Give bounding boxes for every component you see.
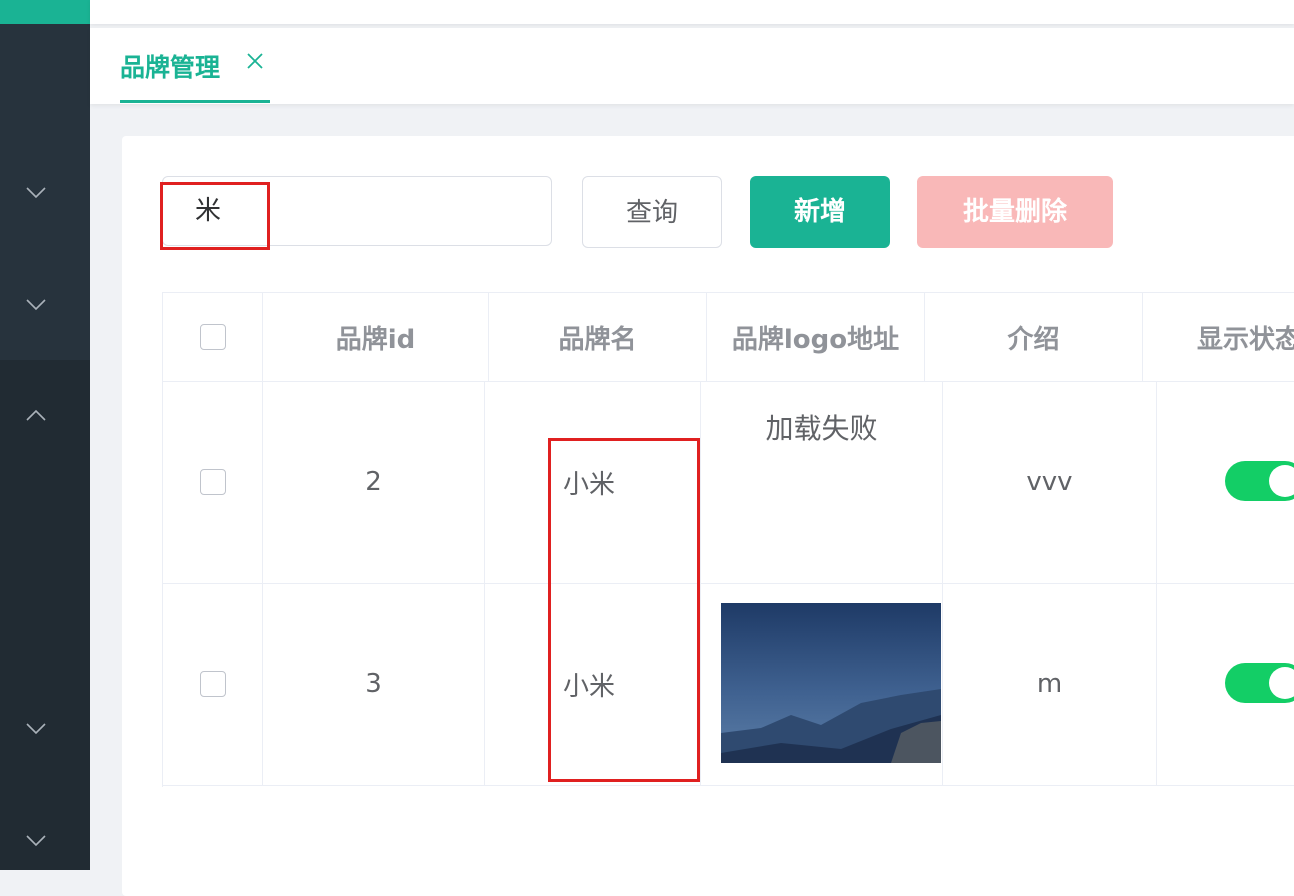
chevron-down-icon[interactable] xyxy=(24,180,48,204)
chevron-down-icon[interactable] xyxy=(24,828,48,852)
search-input[interactable]: 米 xyxy=(162,176,552,246)
row-checkbox[interactable] xyxy=(199,671,226,697)
brand-logo-cell: 加载失败 xyxy=(701,381,943,583)
intro-cell: m xyxy=(943,583,1157,785)
brand-id-cell: 2 xyxy=(263,381,485,583)
chevron-up-icon[interactable] xyxy=(24,404,48,428)
table-row: 3 小米 m xyxy=(163,583,1294,786)
switch-knob xyxy=(1269,667,1294,699)
table-row: 2 小米 加载失败 vvv xyxy=(163,381,1294,584)
tab-active-indicator xyxy=(120,100,270,103)
sidebar xyxy=(0,0,90,870)
status-switch[interactable] xyxy=(1225,663,1294,703)
header-intro: 介绍 xyxy=(925,293,1143,381)
brand-id-cell: 3 xyxy=(263,583,485,785)
tab-brand-management[interactable]: 品牌管理 xyxy=(120,28,270,104)
brand-table: 品牌id 品牌名 品牌logo地址 介绍 显示状态 2 小米 加载失败 vvv … xyxy=(162,292,1294,787)
tab-label: 品牌管理 xyxy=(120,53,221,82)
row-select-cell xyxy=(163,381,263,583)
top-header xyxy=(90,0,1294,24)
chevron-down-icon[interactable] xyxy=(24,716,48,740)
tab-bar: 品牌管理 xyxy=(90,28,1294,104)
intro-cell: vvv xyxy=(943,381,1157,583)
status-cell xyxy=(1157,381,1294,583)
brand-name-cell: 小米 xyxy=(485,381,701,583)
brand-name-cell: 小米 xyxy=(485,583,701,785)
brand-logo-image xyxy=(721,603,941,763)
sidebar-logo-area xyxy=(0,0,90,24)
close-icon[interactable] xyxy=(244,50,266,72)
header-brand-id: 品牌id xyxy=(263,293,489,381)
row-checkbox[interactable] xyxy=(199,469,226,495)
table-header-row: 品牌id 品牌名 品牌logo地址 介绍 显示状态 xyxy=(163,293,1294,382)
status-switch[interactable] xyxy=(1225,461,1294,501)
header-status: 显示状态 xyxy=(1143,293,1294,381)
switch-knob xyxy=(1269,465,1294,497)
header-brand-name: 品牌名 xyxy=(489,293,707,381)
header-select-cell xyxy=(163,293,263,381)
header-brand-logo: 品牌logo地址 xyxy=(707,293,925,381)
image-load-failed-text: 加载失败 xyxy=(765,412,878,445)
select-all-checkbox[interactable] xyxy=(199,324,226,350)
status-cell xyxy=(1157,583,1294,785)
brand-logo-cell xyxy=(701,583,943,785)
query-button[interactable]: 查询 xyxy=(582,176,722,248)
row-select-cell xyxy=(163,583,263,785)
add-button[interactable]: 新增 xyxy=(750,176,890,248)
chevron-down-icon[interactable] xyxy=(24,292,48,316)
batch-delete-button[interactable]: 批量删除 xyxy=(917,176,1113,248)
